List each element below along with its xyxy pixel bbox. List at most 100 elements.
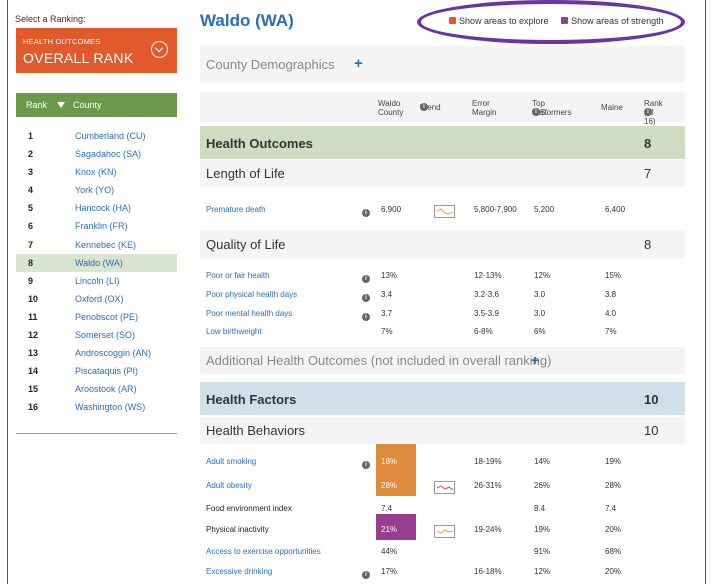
county-list-item[interactable]: 12 Somerset (SO) — [16, 326, 177, 344]
county-link[interactable]: Waldo (WA) — [75, 258, 123, 268]
county-value: 17% — [381, 567, 398, 576]
county-link[interactable]: Lincoln (LI) — [75, 276, 120, 286]
county-link[interactable]: Androscoggin (AN) — [75, 348, 151, 358]
county-list-item[interactable]: 9 Lincoln (LI) — [16, 272, 177, 290]
metric-link[interactable]: Adult smoking — [206, 457, 256, 466]
top-performers: 14% — [534, 457, 551, 466]
county-list-item[interactable]: 6 Franklin (FR) — [16, 217, 177, 235]
state-value: 28% — [605, 481, 622, 490]
county-list-item[interactable]: 14 Piscataquis (PI) — [16, 362, 177, 380]
trend-chart-icon[interactable] — [434, 481, 455, 494]
health-outcomes-rank: 8 — [644, 136, 652, 151]
rank-column-header[interactable]: Rank — [26, 100, 47, 110]
county-link[interactable]: Piscataquis (PI) — [75, 366, 138, 376]
error-margin: 3.5-3.9 — [474, 309, 499, 318]
expand-demographics-icon[interactable]: + — [354, 55, 363, 72]
error-margin: 12-13% — [474, 271, 502, 280]
trend-chart-icon[interactable] — [434, 525, 455, 538]
county-link[interactable]: Kennebec (KE) — [75, 240, 136, 250]
health-behaviors-title: Health Behaviors — [206, 423, 305, 438]
county-link[interactable]: Penobscot (PE) — [75, 312, 138, 322]
main-content: Waldo (WA) Show areas to explore Show ar… — [190, 0, 690, 584]
county-list-item[interactable]: 15 Aroostook (AR) — [16, 380, 177, 398]
county-list-item[interactable]: 3 Knox (KN) — [16, 163, 177, 181]
county-link[interactable]: Aroostook (AR) — [75, 384, 137, 394]
annotation-oval — [417, 0, 685, 44]
table-row: Poor physical health days i 3.4 3.2-3.6 3.0 3… — [206, 290, 617, 302]
additional-health-outcomes-bar[interactable]: Additional Health Outcomes (not included… — [200, 347, 685, 374]
ranking-dropdown[interactable]: HEALTH OUTCOMES OVERALL RANK — [16, 28, 177, 73]
state-value: 15% — [605, 271, 622, 280]
table-row: Food environment index 7.4 8.4 7.4 — [200, 499, 685, 517]
county-list-item[interactable]: 11 Penobscot (PE) — [16, 308, 177, 326]
county-link[interactable]: Knox (KN) — [75, 167, 117, 177]
sort-down-icon[interactable] — [57, 102, 65, 108]
county-link[interactable]: Sagadahoc (SA) — [75, 149, 141, 159]
county-link[interactable]: Hancock (HA) — [75, 203, 131, 213]
expand-additional-icon[interactable]: + — [531, 352, 539, 368]
county-column-header[interactable]: County — [73, 100, 102, 110]
metric-link[interactable]: Poor physical health days — [206, 290, 297, 299]
county-demographics-bar[interactable]: County Demographics + — [200, 46, 685, 82]
metric-link[interactable]: Poor mental health days — [206, 309, 292, 318]
length-of-life-header: Length of Life 7 — [200, 160, 685, 187]
page-title: Waldo (WA) — [200, 11, 294, 30]
state-value: 20% — [605, 567, 622, 576]
table-row: Low birthweight 7% 6-8% 6% 7% — [200, 322, 685, 340]
metric-link[interactable]: Low birthweight — [206, 327, 262, 336]
county-list-item[interactable]: 8 Waldo (WA) — [16, 253, 177, 272]
error-margin: 19-24% — [474, 525, 502, 534]
metric-link[interactable]: Adult obesity — [206, 481, 252, 490]
health-factors-rank: 10 — [644, 392, 659, 407]
county-link[interactable]: Cumberland (CU) — [75, 131, 146, 141]
county-value: 21% — [381, 525, 398, 534]
county-list-item[interactable]: 1 Cumberland (CU) — [16, 127, 177, 145]
county-rank: 5 — [28, 203, 34, 214]
metric-link[interactable]: Poor or fair health — [206, 271, 270, 280]
county-value: 28% — [381, 481, 398, 490]
county-rank: 13 — [28, 348, 39, 359]
metric-link[interactable]: Physical inactivity — [206, 525, 269, 534]
county-list-item[interactable]: 5 Hancock (HA) — [16, 199, 177, 217]
metric-link[interactable]: Food environment index — [206, 504, 292, 513]
county-value: 7% — [381, 327, 393, 336]
info-icon[interactable]: i — [532, 108, 540, 116]
chevron-down-icon[interactable] — [151, 41, 168, 58]
county-list-item[interactable]: 16 Washington (WS) — [16, 398, 177, 416]
county-value: 3.7 — [381, 309, 393, 318]
county-list-header[interactable]: Rank County — [16, 93, 177, 117]
county-link[interactable]: Somerset (SO) — [75, 330, 135, 340]
metric-link[interactable]: Access to exercise opportunities — [206, 547, 321, 556]
info-icon[interactable]: i — [644, 108, 652, 116]
county-link[interactable]: York (YO) — [75, 185, 114, 195]
county-list-item[interactable]: 13 Androscoggin (AN) — [16, 344, 177, 362]
county-list-item[interactable]: 4 York (YO) — [16, 181, 177, 199]
table-row: Excessive drinking i 17% 16-18% 12% 20% — [206, 567, 622, 579]
table-column-headers: WaldoCounty Trend i ErrorMargin Top U.S.… — [200, 92, 685, 126]
county-value: 6,900 — [381, 205, 402, 214]
metric-link[interactable]: Premature death — [206, 205, 266, 214]
table-row: Adult obesity 28% 26-31% 26% 28% — [200, 476, 685, 494]
table-row: Adult smoking i 18% 18-19% 14% 19% — [206, 457, 622, 469]
trend-chart-icon[interactable] — [434, 205, 455, 218]
county-list-item[interactable]: 7 Kennebec (KE) — [16, 236, 177, 254]
error-margin: 16-18% — [474, 567, 502, 576]
top-performers: 26% — [534, 481, 551, 490]
info-icon[interactable]: i — [420, 103, 428, 111]
county-link[interactable]: Washington (WS) — [75, 402, 145, 412]
county-link[interactable]: Oxford (OX) — [75, 294, 124, 304]
health-factors-title: Health Factors — [206, 392, 297, 407]
county-rank: 9 — [28, 275, 34, 286]
county-link[interactable]: Franklin (FR) — [75, 221, 128, 231]
error-margin: 18-19% — [474, 457, 502, 466]
state-value: 7% — [605, 327, 617, 336]
error-margin: 6-8% — [474, 327, 493, 336]
top-performers: 19% — [534, 525, 551, 534]
table-row: Poor or fair health i 13% 12-13% 12% 15% — [206, 271, 622, 283]
county-list-item[interactable]: 10 Oxford (OX) — [16, 290, 177, 308]
state-value: 68% — [605, 547, 622, 556]
county-list-item[interactable]: 2 Sagadahoc (SA) — [16, 145, 177, 163]
metric-link[interactable]: Excessive drinking — [206, 567, 272, 576]
quality-of-life-header: Quality of Life 8 — [200, 231, 685, 258]
county-value: 7.4 — [381, 504, 393, 513]
